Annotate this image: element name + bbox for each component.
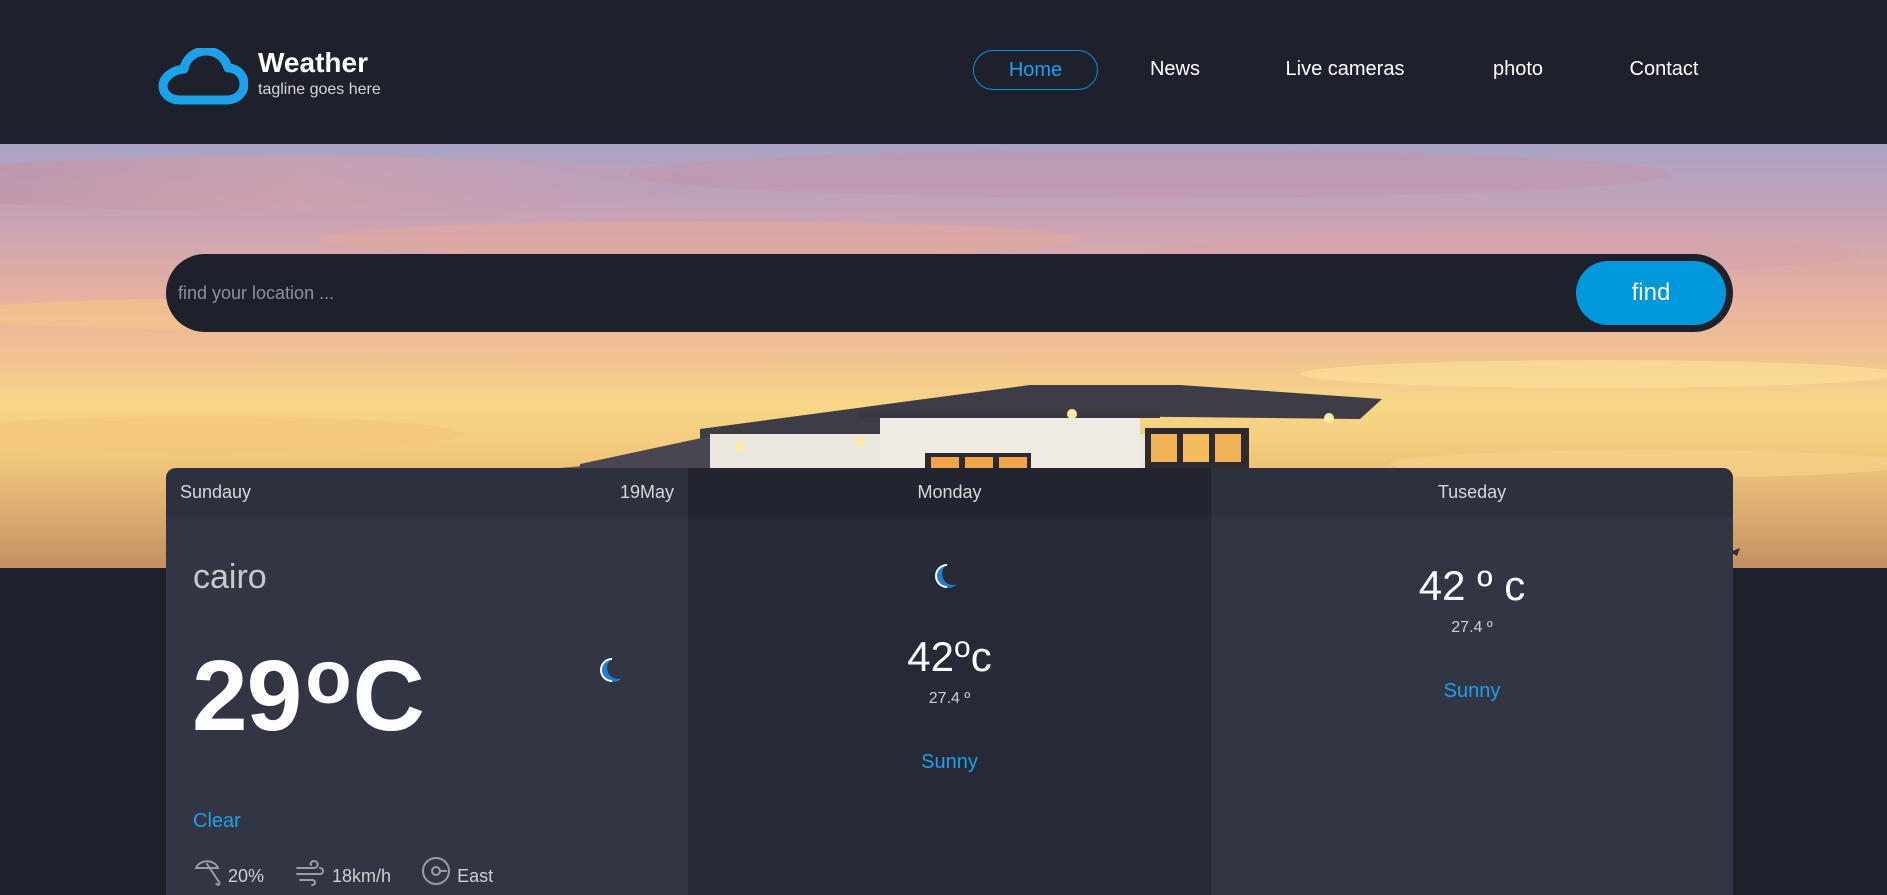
moon-icon <box>935 563 961 588</box>
brand[interactable]: Weather tagline goes here <box>158 47 381 106</box>
location-search-bar: find <box>166 254 1733 332</box>
current-temperature-unit: C <box>352 640 425 752</box>
location-name: cairo <box>193 558 267 596</box>
moon-icon <box>600 657 626 682</box>
nav-news[interactable]: News <box>1145 50 1205 90</box>
day-3-condition: Sunny <box>1443 680 1501 702</box>
forecast-today: Sundauy 19May cairo 29oC Clear 20% 18km/… <box>166 468 688 895</box>
site-tagline: tagline goes here <box>258 81 381 98</box>
forecast-day-3-header: Tuseday <box>1211 468 1733 518</box>
nav-home[interactable]: Home <box>973 50 1098 90</box>
wind-direction-stat: East <box>421 856 493 886</box>
today-condition: Clear <box>193 810 241 832</box>
current-temperature-degree: o <box>305 635 351 720</box>
forecast-panel: Sundauy 19May cairo 29oC Clear 20% 18km/… <box>166 468 1733 895</box>
compass-icon <box>422 857 451 885</box>
day-2-min-temp: 27.4 º <box>928 690 971 707</box>
site-header: Weather tagline goes here Home News Live… <box>0 0 1887 144</box>
forecast-today-header: Sundauy 19May <box>166 468 688 518</box>
nav-live-cameras[interactable]: Live cameras <box>1281 50 1409 90</box>
day-2-condition: Sunny <box>921 751 978 773</box>
day-2-max-temp-unit: c <box>970 633 992 680</box>
day-3-min-temp: 27.4 º <box>1451 619 1493 636</box>
wind-speed-stat: 18km/h <box>294 856 391 886</box>
forecast-day-2: Monday 42oc 27.4 º Sunny <box>688 468 1211 895</box>
forecast-day-2-header: Monday <box>688 468 1211 518</box>
wind-direction-value: East <box>457 866 494 886</box>
current-temperature-value: 29 <box>192 640 302 752</box>
humidity-stat: 20% <box>192 856 264 886</box>
nav-photo[interactable]: photo <box>1488 50 1548 90</box>
day-2-max-temp-degree: o <box>954 631 971 664</box>
location-search-input[interactable] <box>178 264 1718 322</box>
nav-contact[interactable]: Contact <box>1624 50 1704 90</box>
wind-speed-value: 18km/h <box>332 866 392 886</box>
site-title: Weather <box>258 47 368 78</box>
today-day-name: Sundauy <box>180 482 252 502</box>
today-date: 19May <box>619 482 674 502</box>
current-temperature: 29oC <box>192 640 425 747</box>
day-2-max-temp-value: 42 <box>907 633 955 680</box>
find-button[interactable]: find <box>1576 261 1726 325</box>
today-stats: 20% 18km/h East <box>192 856 523 886</box>
day-3-max-temp: 42 º c <box>1418 562 1526 609</box>
forecast-day-3: Tuseday 42 º c 27.4 º Sunny <box>1211 468 1733 895</box>
wind-icon <box>296 859 325 886</box>
humidity-value: 20% <box>228 866 265 886</box>
day-2-max-temp: 42oc <box>688 631 1211 681</box>
umbrella-icon <box>194 860 221 886</box>
cloud-icon <box>158 48 248 105</box>
